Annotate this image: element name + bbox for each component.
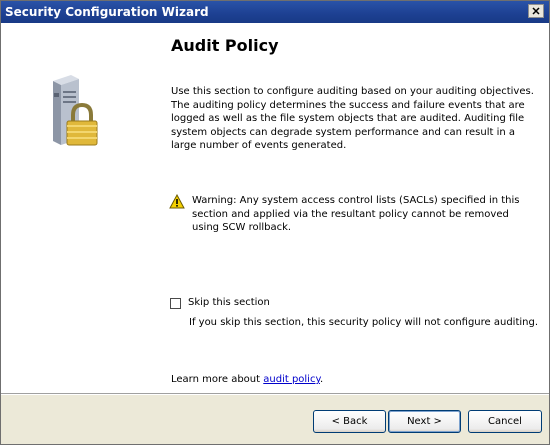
content-panel: Audit Policy Use this section to configu…: [163, 23, 547, 393]
window-title: Security Configuration Wizard: [5, 5, 209, 19]
page-description: Use this section to configure auditing b…: [171, 86, 534, 151]
sidebar: [1, 23, 161, 393]
learn-more-suffix: .: [319, 374, 324, 385]
wizard-window: Security Configuration Wizard Audit Poli…: [0, 0, 550, 445]
title-bar: Security Configuration Wizard: [1, 1, 549, 23]
next-button[interactable]: Next >: [388, 410, 461, 433]
close-icon: [532, 7, 540, 15]
server-lock-icon: [53, 75, 98, 146]
skip-section-checkbox[interactable]: [170, 298, 181, 309]
button-bar: < Back Next > Cancel: [1, 395, 549, 444]
skip-section-label[interactable]: Skip this section: [188, 297, 270, 308]
warning-icon: [169, 194, 185, 209]
audit-policy-link[interactable]: audit policy: [263, 374, 320, 385]
learn-more-prefix: Learn more about: [171, 374, 264, 385]
cancel-button[interactable]: Cancel: [468, 410, 542, 433]
close-button[interactable]: [528, 4, 544, 18]
warning-text: Warning: Any system access control lists…: [192, 195, 520, 233]
page-title: Audit Policy: [171, 36, 279, 55]
skip-section-note: If you skip this section, this security …: [189, 317, 539, 328]
learn-more: Learn more about audit policy.: [171, 374, 323, 385]
back-button[interactable]: < Back: [313, 410, 386, 433]
